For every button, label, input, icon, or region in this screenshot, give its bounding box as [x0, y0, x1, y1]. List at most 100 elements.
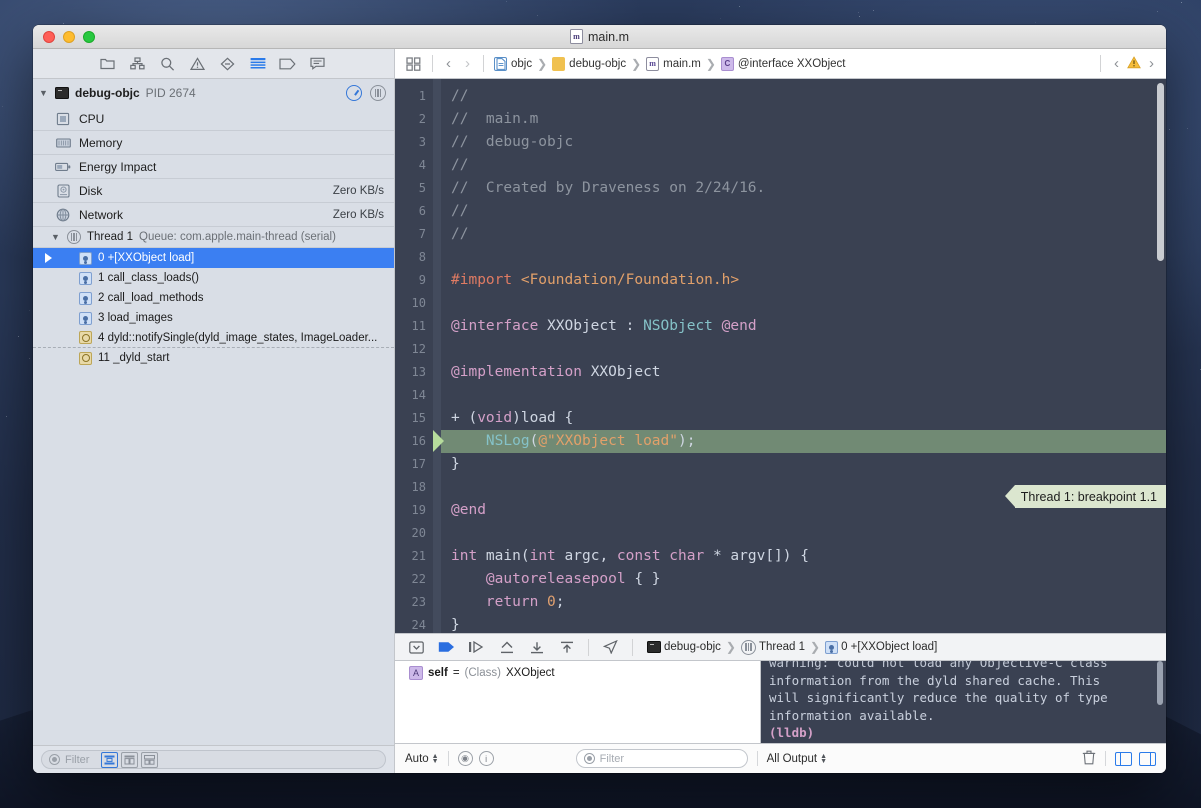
line-number[interactable]: 9	[395, 269, 433, 292]
report-navigator-tab[interactable]	[303, 52, 332, 76]
step-over-button[interactable]	[463, 637, 490, 658]
thread-header[interactable]: ▼ Thread 1 Queue: com.apple.main-thread …	[33, 227, 394, 248]
line-number[interactable]: 10	[395, 292, 433, 315]
stack-frame-row[interactable]: 3 load_images	[33, 308, 394, 328]
gauge-row-network[interactable]: Network Zero KB/s	[33, 203, 394, 227]
stack-frame-row[interactable]: 2 call_load_methods	[33, 288, 394, 308]
stack-frame-row[interactable]: 4 dyld::notifySingle(dyld_image_states, …	[33, 328, 394, 348]
line-number[interactable]: 19	[395, 499, 433, 522]
code-line[interactable]: // Created by Draveness on 2/24/16.	[441, 177, 1166, 200]
debug-navigator-tab[interactable]	[243, 52, 272, 76]
code-line[interactable]	[441, 384, 1166, 407]
line-number[interactable]: 20	[395, 522, 433, 545]
gauge-row-cpu[interactable]: CPU	[33, 107, 394, 131]
code-line[interactable]: @implementation XXObject	[441, 361, 1166, 384]
breadcrumb-item-project[interactable]: objc	[491, 57, 535, 71]
code-line[interactable]: // debug-objc	[441, 131, 1166, 154]
issue-forward-button[interactable]: ›	[1143, 55, 1160, 72]
line-number[interactable]: 5	[395, 177, 433, 200]
variables-scope-popup[interactable]: Auto ▲▼	[405, 753, 439, 765]
breadcrumb-item-file[interactable]: m main.m	[643, 57, 704, 71]
line-number[interactable]: 22	[395, 568, 433, 591]
forward-button[interactable]: ›	[459, 55, 476, 72]
stack-frame-row[interactable]: 0 +[XXObject load]	[33, 248, 394, 268]
console-output[interactable]: warning: could not load any Objective-C …	[761, 661, 1166, 743]
line-number[interactable]: 8	[395, 246, 433, 269]
code-line[interactable]: //	[441, 154, 1166, 177]
code-line[interactable]: //	[441, 200, 1166, 223]
line-number[interactable]: 14	[395, 384, 433, 407]
line-number[interactable]: 3	[395, 131, 433, 154]
issue-back-button[interactable]: ‹	[1108, 55, 1125, 72]
line-number[interactable]: 15	[395, 407, 433, 430]
find-navigator-tab[interactable]	[153, 52, 182, 76]
line-number[interactable]: 23	[395, 591, 433, 614]
back-button[interactable]: ‹	[440, 55, 457, 72]
breadcrumb-item-symbol[interactable]: C @interface XXObject	[718, 57, 849, 71]
line-number[interactable]: 16	[395, 430, 433, 453]
code-line[interactable]: #import <Foundation/Foundation.h>	[441, 269, 1166, 292]
line-number[interactable]: 21	[395, 545, 433, 568]
line-number[interactable]: 13	[395, 361, 433, 384]
step-into-button[interactable]	[493, 637, 520, 658]
code-line[interactable]: return 0;	[441, 591, 1166, 614]
show-subset-frames-icon[interactable]	[121, 752, 138, 768]
hide-debug-area-button[interactable]	[403, 637, 430, 658]
code-line[interactable]: NSLog(@"XXObject load");	[441, 430, 1166, 453]
code-line[interactable]: @autoreleasepool { }	[441, 568, 1166, 591]
disclosure-triangle-icon[interactable]: ▼	[39, 88, 49, 98]
breakpoint-navigator-tab[interactable]	[273, 52, 302, 76]
line-number[interactable]: 4	[395, 154, 433, 177]
stack-frame-row[interactable]: 11 _dyld_start	[33, 348, 394, 368]
show-crashed-frames-icon[interactable]	[141, 752, 158, 768]
code-line[interactable]	[441, 292, 1166, 315]
breadcrumb-item-folder[interactable]: debug-objc	[549, 57, 629, 71]
variables-view[interactable]: A self = (Class) XXObject	[395, 661, 761, 743]
show-all-frames-icon[interactable]	[101, 752, 118, 768]
code-line[interactable]: //	[441, 223, 1166, 246]
code-line[interactable]: }	[441, 453, 1166, 476]
line-number[interactable]: 1	[395, 85, 433, 108]
project-navigator-tab[interactable]	[93, 52, 122, 76]
line-number[interactable]: 2	[395, 108, 433, 131]
info-icon[interactable]: i	[479, 751, 494, 766]
issue-navigator-tab[interactable]	[183, 52, 212, 76]
line-number[interactable]: 24	[395, 614, 433, 633]
variables-pane-toggle[interactable]	[1115, 752, 1132, 766]
simulate-location-button[interactable]	[597, 637, 624, 658]
process-row[interactable]: ▼ debug-objc PID 2674	[33, 79, 394, 107]
line-number[interactable]: 17	[395, 453, 433, 476]
test-navigator-tab[interactable]	[213, 52, 242, 76]
step-out-up-button[interactable]	[553, 637, 580, 658]
editor-scrollbar[interactable]	[1157, 83, 1164, 261]
source-editor[interactable]: 1234567891011121314151617181920212223242…	[395, 79, 1166, 633]
gauge-row-energy[interactable]: Energy Impact	[33, 155, 394, 179]
code-line[interactable]: @interface XXObject : NSObject @end	[441, 315, 1166, 338]
code-line[interactable]: //	[441, 85, 1166, 108]
line-number[interactable]: 12	[395, 338, 433, 361]
code-line[interactable]: int main(int argc, const char * argv[]) …	[441, 545, 1166, 568]
code-line[interactable]	[441, 338, 1166, 361]
symbol-navigator-tab[interactable]	[123, 52, 152, 76]
code-line[interactable]: }	[441, 614, 1166, 633]
console-filter-input[interactable]: Filter	[576, 749, 748, 768]
line-number[interactable]: 18	[395, 476, 433, 499]
output-scope-popup[interactable]: All Output ▲▼	[767, 753, 827, 765]
navigator-filter-input[interactable]: Filter	[41, 750, 386, 769]
related-items-icon[interactable]	[401, 53, 425, 75]
code-line[interactable]	[441, 246, 1166, 269]
step-out-button[interactable]	[523, 637, 550, 658]
debug-breadcrumb-process[interactable]: debug-objc	[664, 641, 721, 653]
disclosure-triangle-icon[interactable]: ▼	[51, 232, 61, 242]
breakpoint-annotation[interactable]: Thread 1: breakpoint 1.1	[1015, 485, 1166, 508]
line-number[interactable]: 11	[395, 315, 433, 338]
debug-breadcrumb-frame[interactable]: 0 +[XXObject load]	[841, 641, 937, 653]
eye-icon[interactable]: ◉	[458, 751, 473, 766]
continue-button[interactable]	[433, 637, 460, 658]
stack-frame-row[interactable]: 1 call_class_loads()	[33, 268, 394, 288]
code-line[interactable]	[441, 522, 1166, 545]
code-line[interactable]: + (void)load {	[441, 407, 1166, 430]
line-number-gutter[interactable]: 1234567891011121314151617181920212223242…	[395, 79, 433, 633]
trash-icon[interactable]	[1082, 750, 1096, 768]
line-number[interactable]: 6	[395, 200, 433, 223]
